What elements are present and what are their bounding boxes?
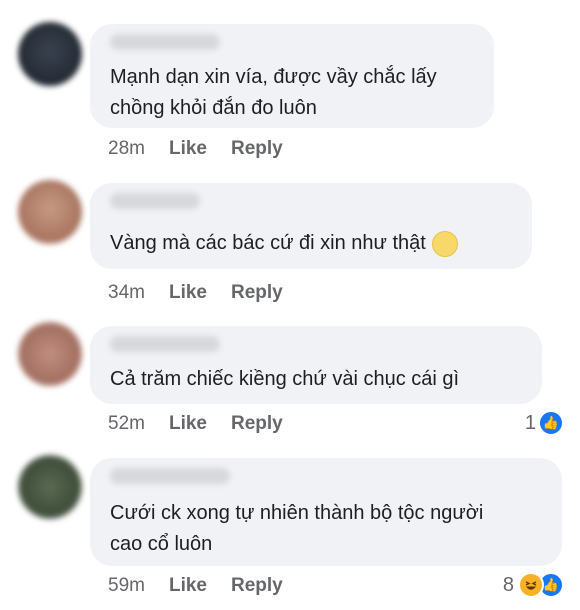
- like-button[interactable]: Like: [169, 413, 207, 435]
- reply-button[interactable]: Reply: [231, 282, 283, 304]
- comment-actions: 52m Like Reply: [108, 413, 283, 435]
- like-button[interactable]: Like: [169, 575, 207, 597]
- like-button[interactable]: Like: [169, 138, 207, 160]
- author-name-redacted[interactable]: [110, 34, 220, 50]
- like-reaction-icon: 👍: [538, 410, 564, 436]
- reply-button[interactable]: Reply: [231, 575, 283, 597]
- comment-bubble: Cả trăm chiếc kiềng chứ vài chục cái gì: [90, 326, 542, 404]
- comment-text: Vàng mà các bác cứ đi xin như thật: [110, 232, 426, 254]
- reaction-count: 8: [502, 573, 514, 596]
- comment-actions: 34m Like Reply: [108, 282, 283, 304]
- comment-text-line: Cả trăm chiếc kiềng chứ vài chục cái gì: [110, 368, 460, 390]
- comment-timestamp[interactable]: 34m: [108, 282, 145, 304]
- comment-text-line: Vàng mà các bác cứ đi xin như thật: [110, 228, 458, 259]
- comment-text-line: Mạnh dạn xin vía, được vầy chắc lấy: [110, 66, 437, 88]
- comment-text-line: Cưới ck xong tự nhiên thành bộ tộc người: [110, 502, 484, 524]
- reaction-summary[interactable]: 1 👍: [525, 410, 564, 436]
- avatar[interactable]: [18, 455, 82, 519]
- comment-bubble: Mạnh dạn xin vía, được vầy chắc lấy chồn…: [90, 24, 494, 128]
- comment-bubble: Cưới ck xong tự nhiên thành bộ tộc người…: [90, 458, 562, 566]
- author-name-redacted[interactable]: [110, 336, 220, 352]
- comment-text-line: chồng khỏi đắn đo luôn: [110, 97, 317, 119]
- comment-timestamp[interactable]: 52m: [108, 413, 145, 435]
- comment-bubble: Vàng mà các bác cứ đi xin như thật: [90, 183, 532, 269]
- author-name-redacted[interactable]: [110, 468, 230, 484]
- haha-reaction-icon: [518, 572, 544, 598]
- like-button[interactable]: Like: [169, 282, 207, 304]
- reaction-count: 1: [524, 411, 536, 434]
- comment-actions: 28m Like Reply: [108, 138, 283, 160]
- comment-timestamp[interactable]: 28m: [108, 138, 145, 160]
- comment-timestamp[interactable]: 59m: [108, 575, 145, 597]
- avatar[interactable]: [18, 322, 82, 386]
- comment-text-line: cao cổ luôn: [110, 533, 213, 555]
- reaction-summary[interactable]: 8 👍: [503, 572, 564, 598]
- author-name-redacted[interactable]: [110, 193, 200, 209]
- reply-button[interactable]: Reply: [231, 413, 283, 435]
- smiling-face-emoji-icon: [431, 230, 458, 257]
- comment-actions: 59m Like Reply: [108, 575, 283, 597]
- avatar[interactable]: [18, 22, 82, 86]
- reply-button[interactable]: Reply: [231, 138, 283, 160]
- avatar[interactable]: [18, 180, 82, 244]
